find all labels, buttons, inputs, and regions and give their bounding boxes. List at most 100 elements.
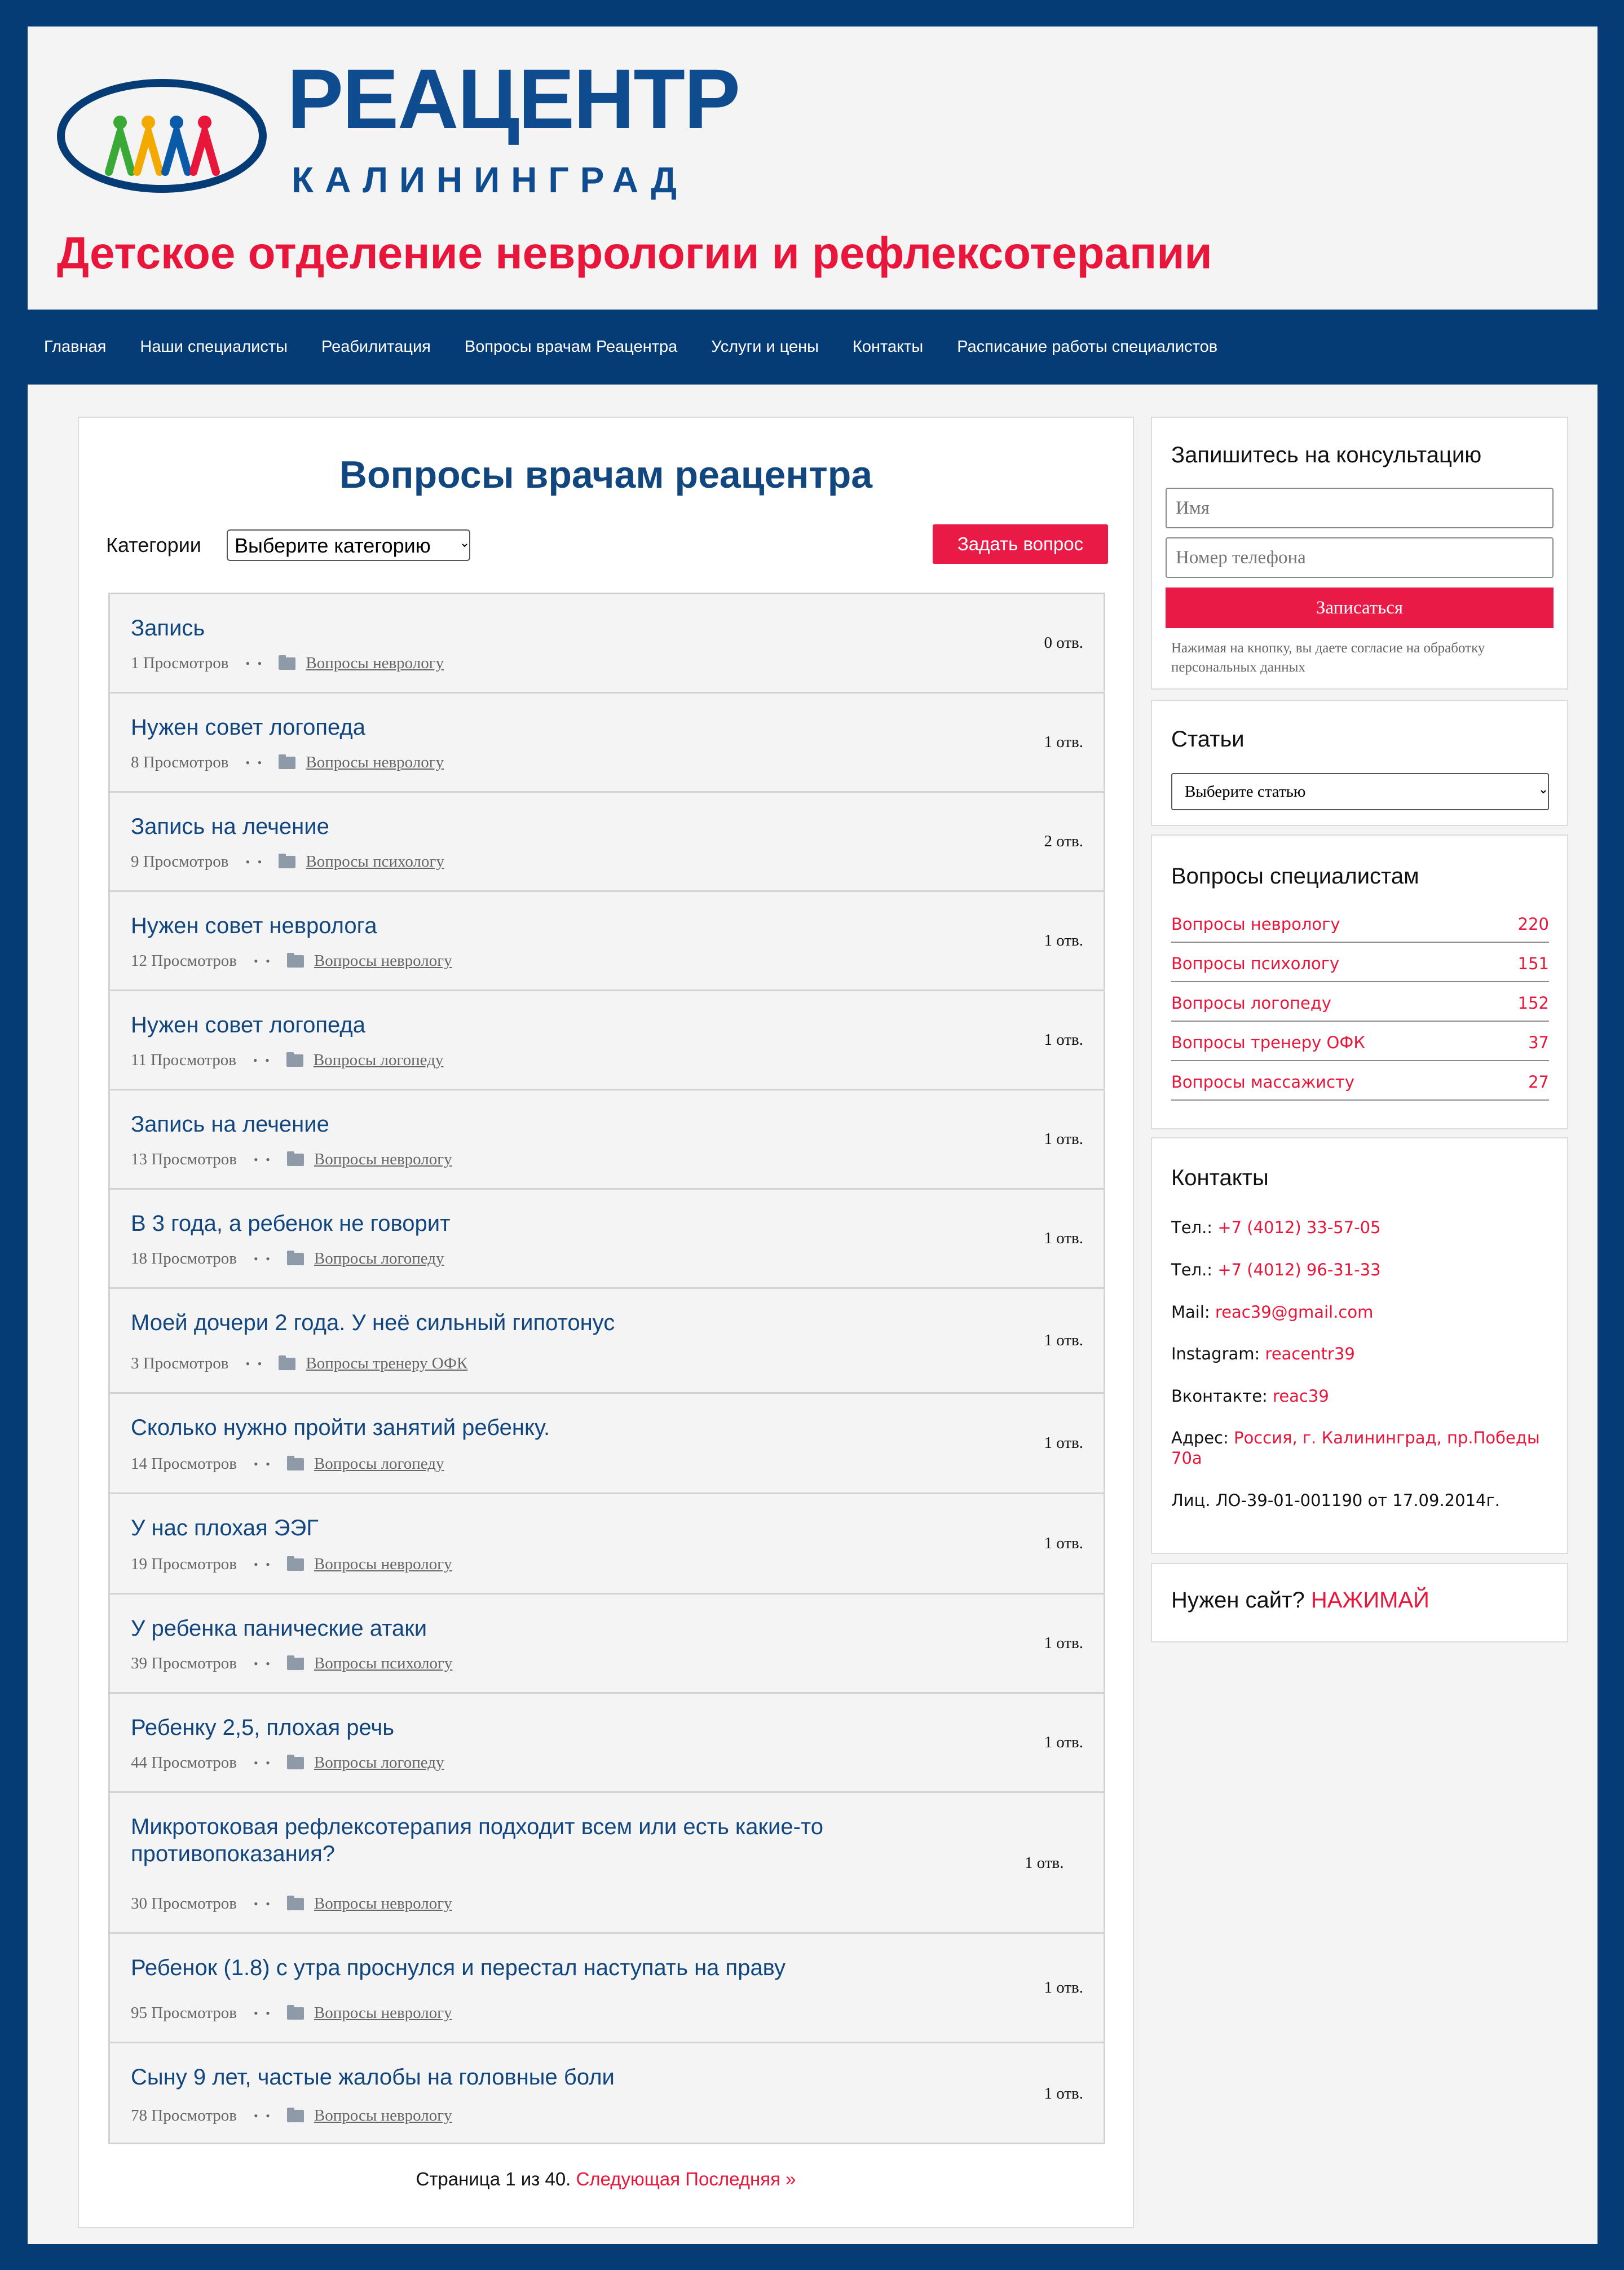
question-title-link[interactable]: Нужен совет невролога bbox=[131, 912, 1010, 939]
question-category-link[interactable]: Вопросы неврологу bbox=[306, 654, 444, 673]
question-row[interactable]: У ребенка панические атаки 39 Просмотров •… bbox=[108, 1593, 1105, 1692]
folder-icon bbox=[286, 2107, 304, 2122]
consultation-title: Запишитесь на консультацию bbox=[1171, 443, 1482, 467]
specialist-category-item[interactable]: Вопросы тренеру ОФК 37 bbox=[1171, 1022, 1549, 1061]
question-row[interactable]: Нужен совет логопеда 11 Просмотров • • Вопр… bbox=[108, 990, 1105, 1089]
question-views: 13 Просмотров bbox=[131, 1150, 237, 1168]
question-category-link[interactable]: Вопросы неврологу bbox=[306, 753, 444, 772]
question-title-link[interactable]: У ребенка панические атаки bbox=[131, 1615, 1010, 1642]
question-title-link[interactable]: Запись на лечение bbox=[131, 813, 1010, 840]
question-row[interactable]: Нужен совет логопеда 8 Просмотров • • Вопро… bbox=[108, 692, 1105, 791]
question-category-link[interactable]: Вопросы психологу bbox=[306, 853, 444, 871]
question-row[interactable]: Нужен совет невролога 12 Просмотров • • Воп… bbox=[108, 890, 1105, 990]
question-views: 14 Просмотров bbox=[131, 1455, 237, 1473]
question-title-link[interactable]: Ребенок (1.8) с утра проснулся и переста… bbox=[131, 1954, 1010, 1981]
specialist-category-item[interactable]: Вопросы логопеду 152 bbox=[1171, 982, 1549, 1022]
nav-item[interactable]: Услуги и цены bbox=[711, 338, 819, 356]
submit-consultation-button[interactable]: Записаться bbox=[1166, 588, 1554, 628]
article-select[interactable]: Выберите статью bbox=[1171, 773, 1549, 810]
question-category-link[interactable]: Вопросы логопеду bbox=[314, 1754, 444, 1772]
contact-license: Лиц. ЛО-39-01-001190 от 17.09.2014г. bbox=[1171, 1491, 1500, 1510]
specialist-category-link[interactable]: Вопросы психологу bbox=[1171, 954, 1339, 973]
meta-separator-dots: • • bbox=[253, 953, 272, 968]
folder-icon bbox=[286, 2004, 304, 2020]
name-input[interactable] bbox=[1166, 488, 1554, 528]
question-title-link[interactable]: Ребенку 2,5, плохая речь bbox=[131, 1714, 1010, 1741]
phone-input[interactable] bbox=[1166, 537, 1554, 578]
contact-phone-1: Тел.: +7 (4012) 33-57-05 bbox=[1171, 1217, 1560, 1238]
specialist-category-item[interactable]: Вопросы неврологу 220 bbox=[1171, 903, 1549, 943]
category-select[interactable]: Выберите категорию bbox=[227, 529, 470, 561]
question-row[interactable]: Запись на лечение 13 Просмотров • • Вопросы… bbox=[108, 1089, 1105, 1188]
question-title-link[interactable]: Запись bbox=[131, 615, 1010, 642]
nav-item[interactable]: Контакты bbox=[853, 338, 923, 356]
pagination-last-link[interactable]: Последняя » bbox=[685, 2169, 796, 2189]
question-category-link[interactable]: Вопросы логопеду bbox=[314, 1051, 444, 1070]
question-row[interactable]: Сколько нужно пройти занятий ребенку. 14 … bbox=[108, 1392, 1105, 1492]
question-row[interactable]: У нас плохая ЭЭГ 19 Просмотров • • Вопросы … bbox=[108, 1492, 1105, 1593]
question-category-link[interactable]: Вопросы неврологу bbox=[314, 952, 452, 970]
question-row[interactable]: Запись 1 Просмотров • • Вопросы неврологу 0 … bbox=[108, 593, 1105, 692]
question-row[interactable]: Микротоковая рефлексотерапия подходит вс… bbox=[108, 1791, 1105, 1932]
question-answers-count: 1 отв. bbox=[1044, 1534, 1083, 1552]
question-meta: 30 Просмотров • • Вопросы неврологу bbox=[131, 1894, 452, 1913]
nav-item[interactable]: Главная bbox=[44, 338, 106, 356]
nav-item[interactable]: Реабилитация bbox=[321, 338, 431, 356]
contact-instagram-link[interactable]: reacentr39 bbox=[1265, 1344, 1355, 1363]
question-category-link[interactable]: Вопросы логопеду bbox=[314, 1249, 444, 1268]
articles-title: Статьи bbox=[1171, 727, 1245, 752]
site-promo-link[interactable]: НАЖИМАЙ bbox=[1311, 1588, 1429, 1613]
question-category-link[interactable]: Вопросы неврологу bbox=[314, 1150, 452, 1169]
question-row[interactable]: Запись на лечение 9 Просмотров • • Вопросы … bbox=[108, 791, 1105, 890]
question-title-link[interactable]: Сколько нужно пройти занятий ребенку. bbox=[131, 1414, 1010, 1441]
site-promo: Нужен сайт? НАЖИМАЙ bbox=[1171, 1588, 1429, 1613]
specialist-category-link[interactable]: Вопросы массажисту bbox=[1171, 1072, 1354, 1092]
contact-phone-2-link[interactable]: +7 (4012) 96-31-33 bbox=[1217, 1260, 1380, 1279]
question-title-link[interactable]: Сыну 9 лет, частые жалобы на головные бо… bbox=[131, 2064, 1010, 2091]
question-category-link[interactable]: Вопросы неврологу bbox=[314, 2106, 452, 2125]
question-title-link[interactable]: Моей дочери 2 года. У неё сильный гипото… bbox=[131, 1309, 1010, 1336]
question-category-link[interactable]: Вопросы психологу bbox=[314, 1654, 452, 1673]
question-title-link[interactable]: В 3 года, а ребенок не говорит bbox=[131, 1210, 1010, 1237]
question-views: 44 Просмотров bbox=[131, 1754, 237, 1772]
question-answers-count: 0 отв. bbox=[1044, 634, 1083, 652]
contact-mail-link[interactable]: reac39@gmail.com bbox=[1215, 1302, 1373, 1322]
question-title-link[interactable]: Нужен совет логопеда bbox=[131, 714, 1010, 741]
question-category-link[interactable]: Вопросы тренеру ОФК bbox=[306, 1354, 467, 1373]
question-meta: 1 Просмотров • • Вопросы неврологу bbox=[131, 654, 444, 673]
nav-item[interactable]: Расписание работы специалистов bbox=[957, 338, 1217, 356]
meta-separator-dots: • • bbox=[253, 1251, 272, 1266]
question-views: 11 Просмотров bbox=[131, 1051, 236, 1069]
site-logo[interactable]: РЕАЦЕНТР КАЛИНИНГРАД bbox=[57, 56, 773, 226]
specialist-category-link[interactable]: Вопросы неврологу bbox=[1171, 915, 1340, 934]
contact-phone-1-link[interactable]: +7 (4012) 33-57-05 bbox=[1217, 1218, 1380, 1237]
question-category-link[interactable]: Вопросы неврологу bbox=[314, 2004, 452, 2022]
question-category-link[interactable]: Вопросы неврологу bbox=[314, 1555, 452, 1574]
specialist-category-item[interactable]: Вопросы психологу 151 bbox=[1171, 943, 1549, 982]
question-row[interactable]: Ребенок (1.8) с утра проснулся и переста… bbox=[108, 1932, 1105, 2042]
question-row[interactable]: Ребенку 2,5, плохая речь 44 Просмотров • •… bbox=[108, 1692, 1105, 1791]
site-promo-widget: Нужен сайт? НАЖИМАЙ bbox=[1151, 1563, 1568, 1642]
specialist-category-count: 37 bbox=[1528, 1033, 1549, 1052]
specialist-category-link[interactable]: Вопросы тренеру ОФК bbox=[1171, 1033, 1365, 1052]
ask-question-button[interactable]: Задать вопрос bbox=[933, 524, 1108, 564]
question-answers-count: 1 отв. bbox=[1044, 733, 1083, 751]
contact-phone-1-label: Тел.: bbox=[1171, 1218, 1213, 1237]
nav-item[interactable]: Вопросы врачам Реацентра bbox=[465, 338, 677, 356]
question-category-link[interactable]: Вопросы логопеду bbox=[314, 1455, 444, 1473]
question-meta: 18 Просмотров • • Вопросы логопеду bbox=[131, 1249, 444, 1268]
question-row[interactable]: В 3 года, а ребенок не говорит 18 Просмот… bbox=[108, 1188, 1105, 1287]
question-row[interactable]: Моей дочери 2 года. У неё сильный гипото… bbox=[108, 1287, 1105, 1392]
specialist-category-link[interactable]: Вопросы логопеду bbox=[1171, 993, 1331, 1013]
question-title-link[interactable]: Микротоковая рефлексотерапия подходит вс… bbox=[131, 1813, 1010, 1867]
nav-item[interactable]: Наши специалисты bbox=[140, 338, 288, 356]
question-category-link[interactable]: Вопросы неврологу bbox=[314, 1894, 452, 1913]
specialist-category-item[interactable]: Вопросы массажисту 27 bbox=[1171, 1061, 1549, 1101]
question-title-link[interactable]: Нужен совет логопеда bbox=[131, 1012, 1010, 1039]
question-title-link[interactable]: Запись на лечение bbox=[131, 1111, 1010, 1138]
question-views: 3 Просмотров bbox=[131, 1354, 229, 1372]
question-row[interactable]: Сыну 9 лет, частые жалобы на головные бо… bbox=[108, 2042, 1105, 2144]
question-title-link[interactable]: У нас плохая ЭЭГ bbox=[131, 1514, 1010, 1542]
pagination-next-link[interactable]: Следующая bbox=[576, 2169, 681, 2189]
contact-vk-link[interactable]: reac39 bbox=[1273, 1386, 1329, 1406]
